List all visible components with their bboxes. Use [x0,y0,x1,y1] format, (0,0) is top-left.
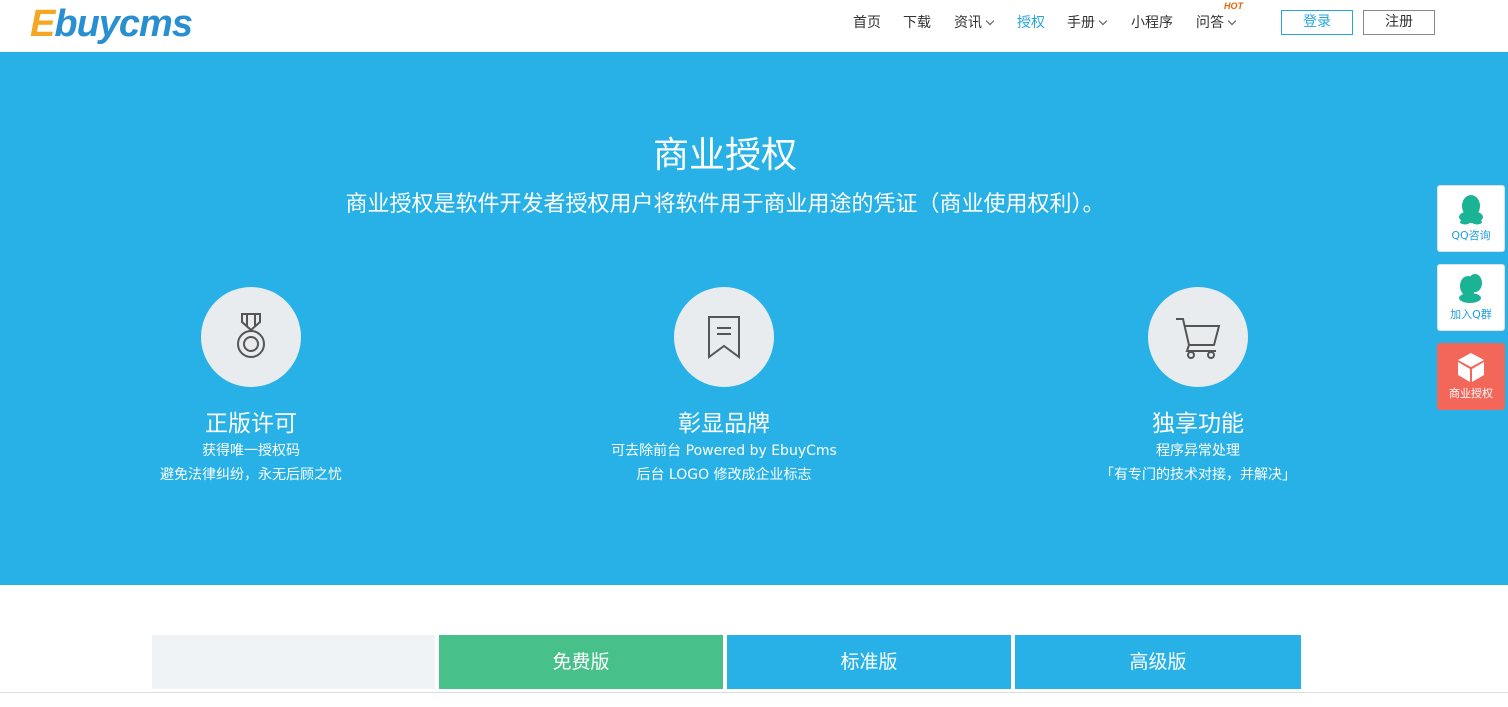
nav-qa-label: 问答 [1196,15,1224,31]
feature-icon-circle [1148,287,1248,387]
plan-premium-header[interactable]: 高级版 [1015,635,1301,689]
join-group-button[interactable]: 加入Q群 [1437,264,1505,331]
feature-line: 获得唯一授权码 [202,443,300,459]
license-hero: 商业授权 商业授权是软件开发者授权用户将软件用于商业用途的凭证（商业使用权利）。… [0,52,1508,585]
feature-line: 「有专门的技术对接，并解决」 [1100,467,1296,483]
nav-news-label: 资讯 [954,15,982,31]
page-subtitle: 商业授权是软件开发者授权用户将软件用于商业用途的凭证（商业使用权利）。 [345,192,1105,217]
feature-title: 正版许可 [205,411,297,437]
medal-icon [237,313,265,358]
feature-line: 程序异常处理 [1156,443,1240,459]
feature-genuine: 正版许可 获得唯一授权码 避免法律纠纷，永无后顾之忧 [91,287,411,487]
license-side-button[interactable]: 商业授权 [1437,343,1505,410]
license-side-label: 商业授权 [1449,387,1493,400]
bookmark-icon [708,316,740,359]
page-title: 商业授权 [652,135,797,176]
chevron-down-icon [985,16,995,26]
feature-line: 避免法律纠纷，永无后顾之忧 [160,467,342,483]
feature-title: 独享功能 [1152,411,1244,437]
register-button[interactable]: 注册 [1363,10,1435,35]
nav-manual[interactable]: 手册 [1067,13,1108,33]
chevron-down-icon [1227,16,1237,26]
qq-penguin-icon [1459,195,1483,225]
feature-icon-circle [201,287,301,387]
feature-brand: 彰显品牌 可去除前台 Powered by EbuyCms 后台 LOGO 修改… [564,287,884,487]
nav-license[interactable]: 授权 [1017,13,1045,33]
nav-qa[interactable]: 问答 [1196,13,1237,33]
pricing-empty-cell [152,635,435,689]
feature-line: 后台 LOGO 修改成企业标志 [636,467,812,483]
login-button[interactable]: 登录 [1281,10,1353,35]
group-icon [1459,274,1482,303]
logo-letter-e: E [30,3,55,45]
hot-badge: HOT [1224,1,1243,11]
join-group-label: 加入Q群 [1450,308,1492,321]
cart-icon [1176,318,1221,359]
qq-consult-label: QQ咨询 [1451,229,1491,242]
logo-text: buycms [54,3,193,45]
feature-exclusive: 独享功能 程序异常处理 「有专门的技术对接，并解决」 [1038,287,1358,487]
divider [0,692,1508,693]
nav-miniprogram[interactable]: 小程序 [1131,13,1173,33]
site-logo[interactable]: Ebuycms [30,2,193,46]
plan-free-header[interactable]: 免费版 [439,635,723,689]
nav-download[interactable]: 下载 [903,13,931,33]
nav-news[interactable]: 资讯 [954,13,995,33]
feature-line: 可去除前台 Powered by EbuyCms [611,443,837,459]
nav-home[interactable]: 首页 [853,13,881,33]
chevron-down-icon [1098,16,1108,26]
qq-consult-button[interactable]: QQ咨询 [1437,185,1505,252]
box-icon [1458,353,1484,382]
site-header: Ebuycms 首页 下载 资讯 授权 手册 小程序 问答 HOT 登录 注册 [0,0,1508,52]
nav-manual-label: 手册 [1067,15,1095,31]
feature-icon-circle [674,287,774,387]
feature-title: 彰显品牌 [678,411,770,437]
plan-standard-header[interactable]: 标准版 [727,635,1011,689]
